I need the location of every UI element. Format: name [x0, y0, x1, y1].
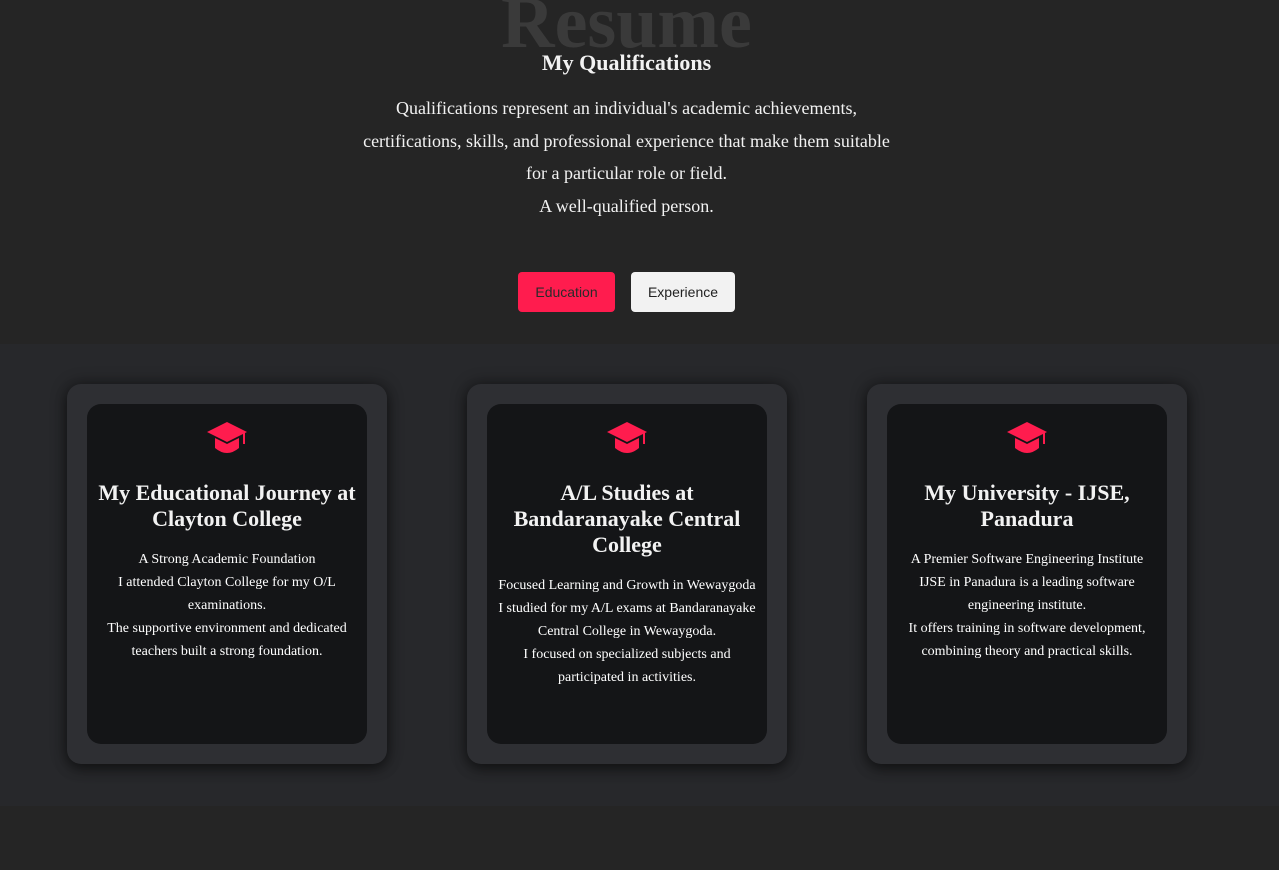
card-line: Focused Learning and Growth in Wewaygoda: [498, 578, 756, 593]
qualifications-header: Resume My Qualifications Qualifications …: [0, 0, 1279, 344]
card-line: I attended Clayton College for my O/L ex…: [118, 575, 336, 613]
education-card: My University - IJSE, Panadura A Premier…: [867, 384, 1187, 764]
graduation-cap-icon: [1007, 422, 1047, 453]
education-card: A/L Studies at Bandaranayake Central Col…: [467, 384, 787, 764]
card-line: A Strong Academic Foundation: [138, 552, 316, 567]
card-line: It offers training in software developme…: [908, 621, 1146, 659]
section-description: Qualifications represent an individual's…: [340, 92, 913, 223]
card-line: A Premier Software Engineering Institute: [910, 552, 1144, 567]
card-title: A/L Studies at Bandaranayake Central Col…: [513, 480, 741, 557]
education-card: My Educational Journey at Clayton Colleg…: [67, 384, 387, 764]
card-line: IJSE in Panadura is a leading software e…: [919, 575, 1135, 613]
education-cards-section: My Educational Journey at Clayton Colleg…: [0, 344, 1279, 806]
graduation-cap-icon: [607, 422, 647, 453]
description-line: certifications, skills, and professional…: [363, 130, 890, 151]
graduation-cap-icon: [207, 422, 247, 453]
card-line: The supportive environment and dedicated…: [107, 621, 347, 659]
qualification-tabs: Education Experience: [518, 272, 735, 312]
tab-experience[interactable]: Experience: [631, 272, 735, 312]
card-description: A Strong Academic Foundation I attended …: [97, 548, 357, 663]
card-description: Focused Learning and Growth in Wewaygoda…: [497, 574, 757, 689]
card-description: A Premier Software Engineering Institute…: [897, 548, 1157, 663]
section-subtitle: My Qualifications: [541, 50, 712, 75]
tab-education[interactable]: Education: [518, 272, 615, 312]
card-line: I studied for my A/L exams at Bandaranay…: [498, 601, 756, 639]
description-line: A well-qualified person.: [539, 196, 714, 217]
card-content: A/L Studies at Bandaranayake Central Col…: [487, 404, 767, 744]
card-content: My University - IJSE, Panadura A Premier…: [887, 404, 1167, 744]
card-title: My University - IJSE, Panadura: [924, 480, 1130, 531]
card-content: My Educational Journey at Clayton Colleg…: [87, 404, 367, 744]
card-line: I focused on specialized subjects and pa…: [523, 647, 731, 685]
description-line: for a particular role or field.: [526, 163, 727, 184]
description-line: Qualifications represent an individual's…: [395, 98, 858, 118]
card-title: My Educational Journey at Clayton Colleg…: [98, 480, 356, 531]
